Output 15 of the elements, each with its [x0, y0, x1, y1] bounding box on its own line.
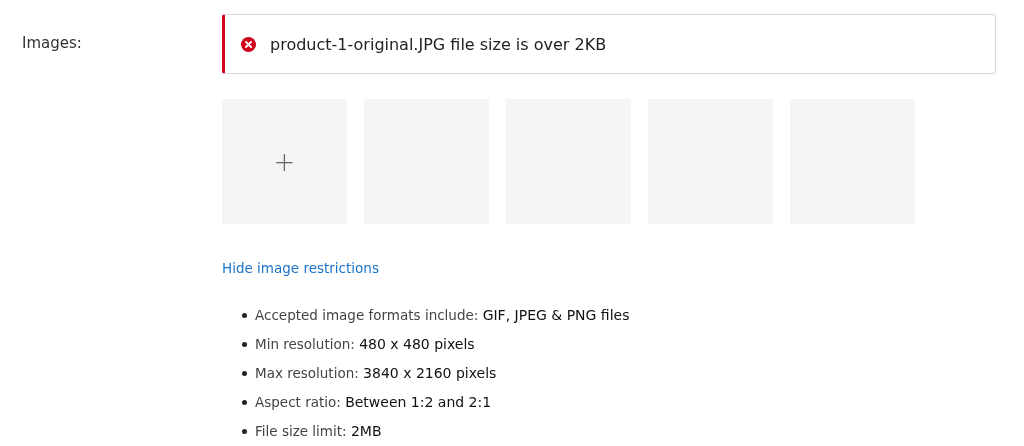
bullet-icon — [242, 370, 247, 376]
hide-restrictions-link[interactable]: Hide image restrictions — [222, 260, 379, 276]
restriction-text: File size limit: 2MB — [255, 422, 382, 440]
field-label: Images: — [22, 33, 83, 54]
restriction-text: Min resolution: 480 x 480 pixels — [255, 335, 475, 353]
restriction-text: Max resolution: 3840 x 2160 pixels — [255, 364, 497, 382]
error-icon — [241, 36, 256, 52]
bullet-icon — [242, 312, 247, 318]
error-message: product-1-original.JPG file size is over 2KB — [270, 34, 607, 54]
bullet-icon — [242, 399, 247, 405]
restriction-text: Aspect ratio: Between 1:2 and 2:1 — [255, 393, 492, 411]
bullet-icon — [242, 341, 247, 347]
bullet-icon — [242, 428, 247, 434]
add-image-button[interactable]: + — [222, 99, 347, 224]
restriction-text: Accepted image formats include: GIF, JPEG & PNG files — [255, 306, 630, 324]
